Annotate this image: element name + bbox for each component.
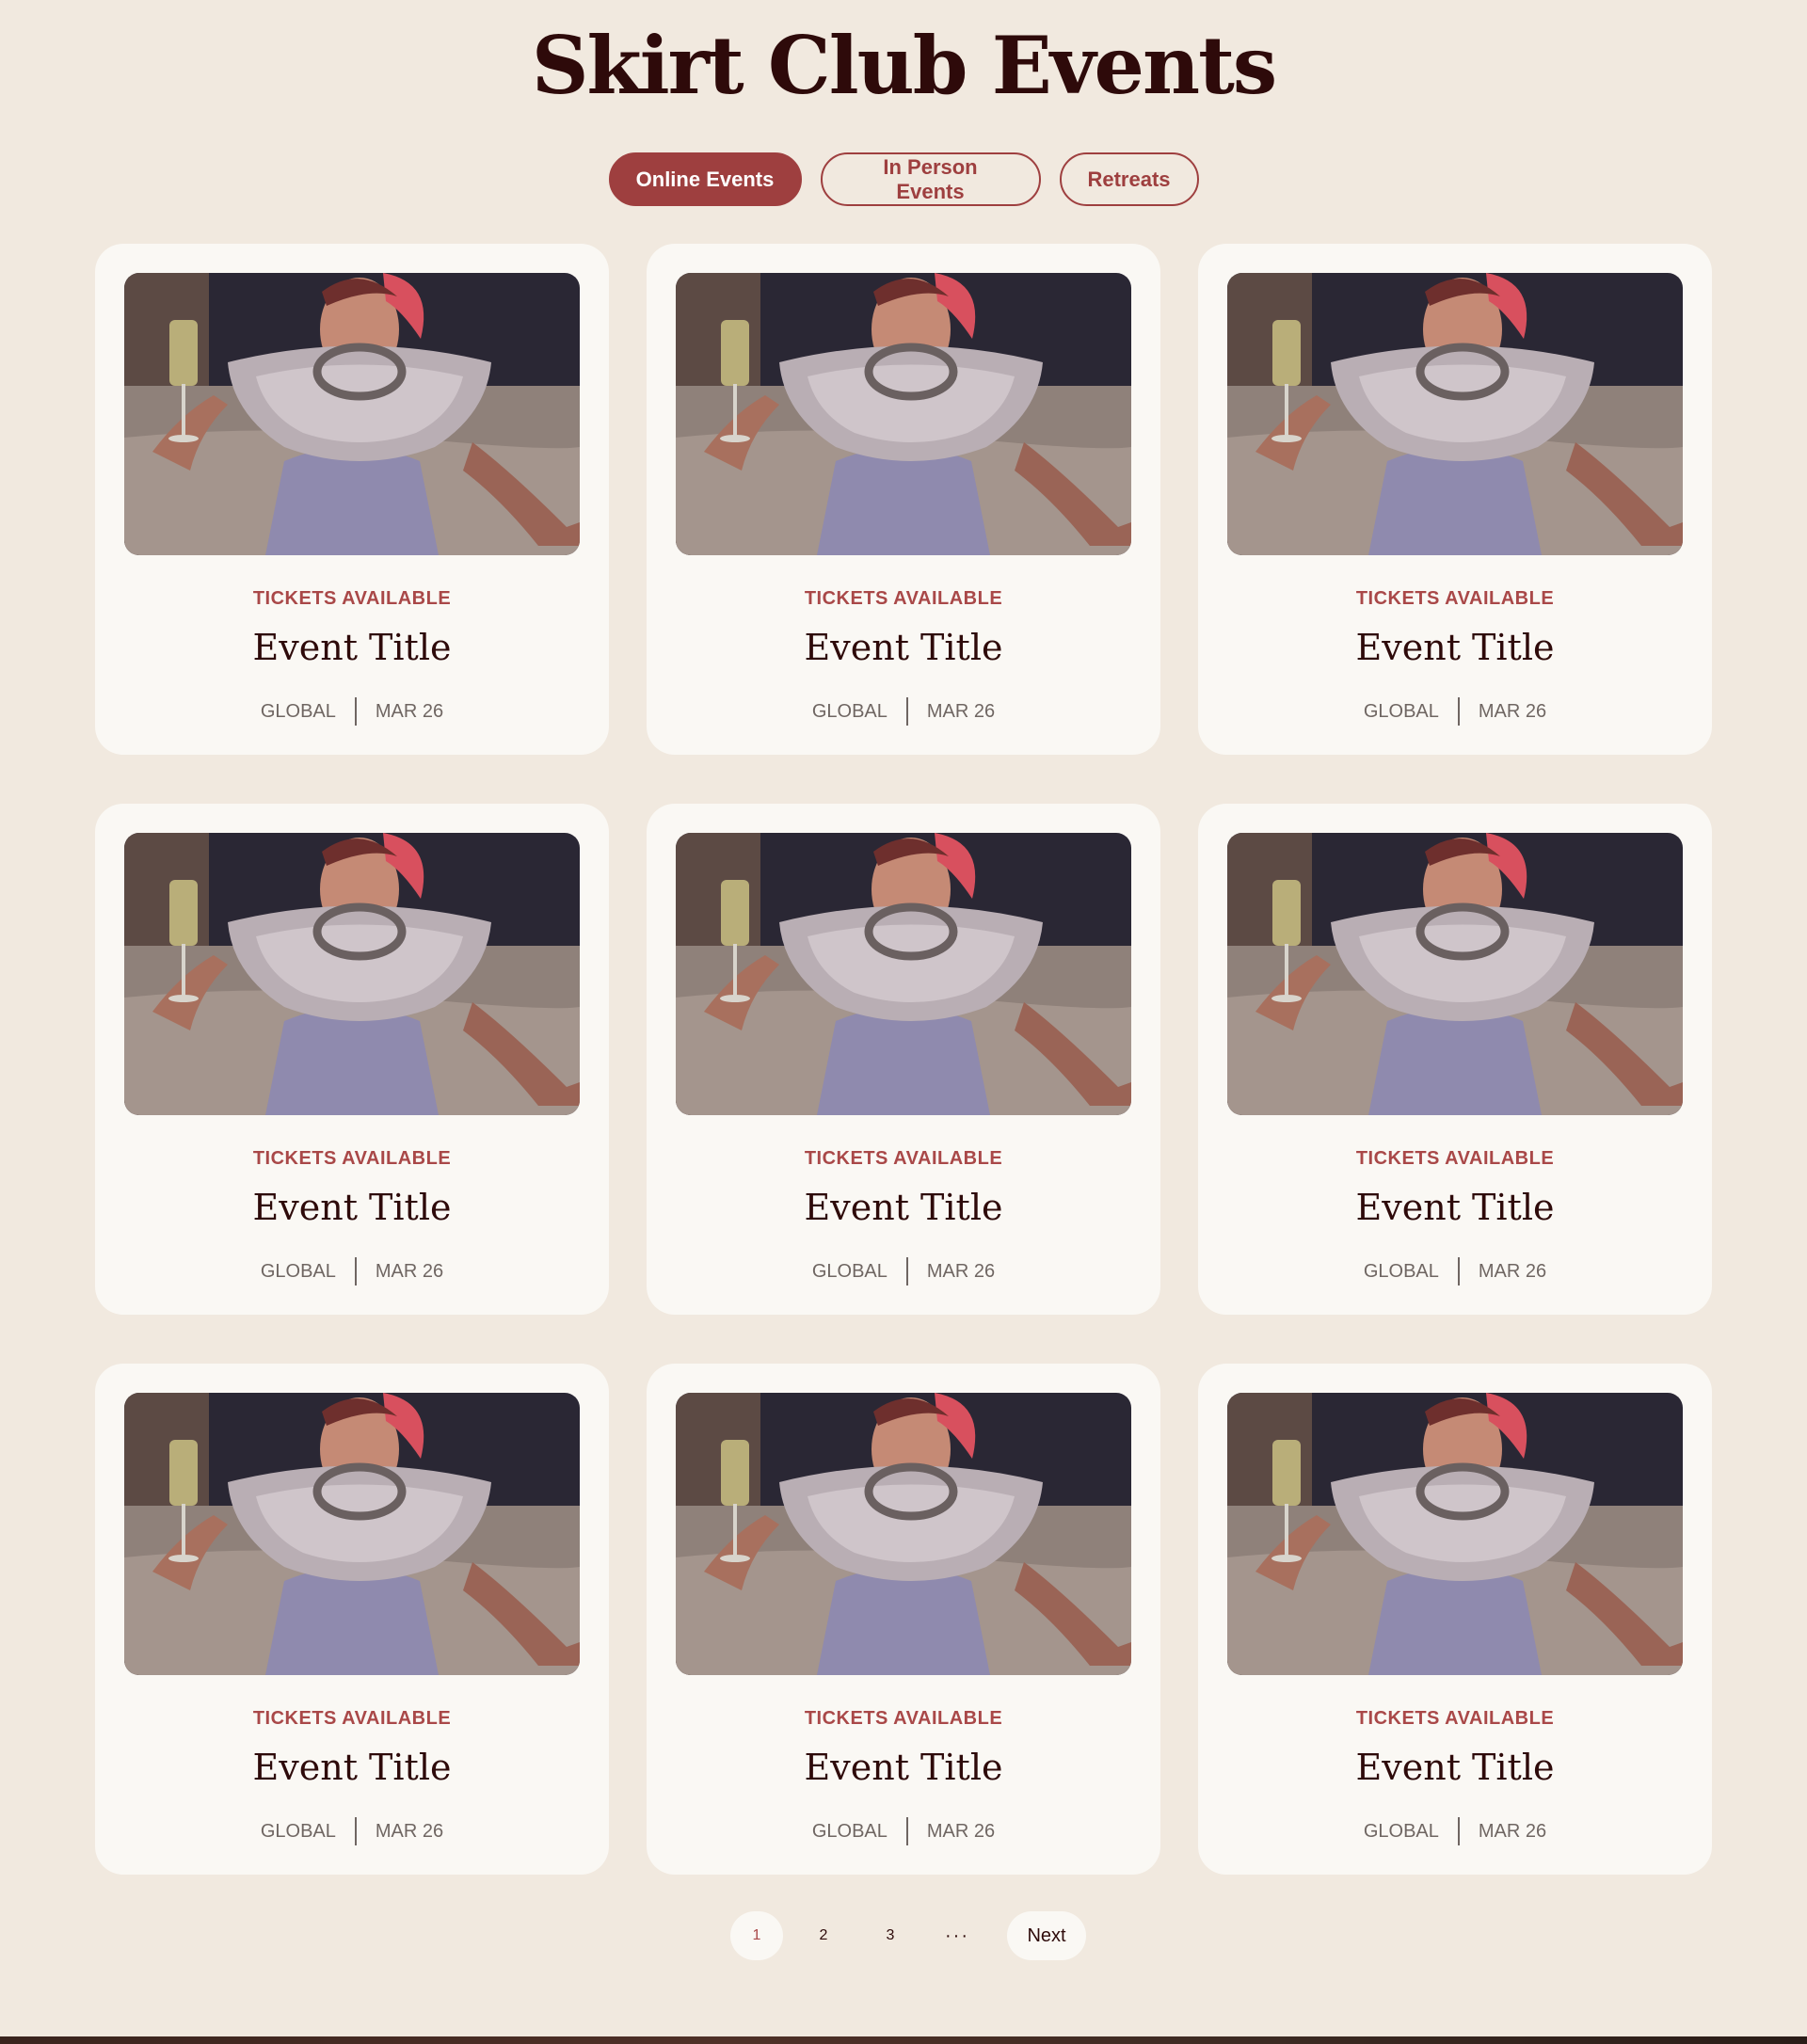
event-location: GLOBAL [1363,1260,1439,1282]
page-button-1[interactable]: 1 [730,1911,783,1960]
event-card[interactable]: TICKETS AVAILABLE Event Title GLOBAL MAR… [1198,804,1712,1315]
meta-divider [354,1257,357,1285]
event-card[interactable]: TICKETS AVAILABLE Event Title GLOBAL MAR… [95,1364,609,1875]
ticket-status: TICKETS AVAILABLE [252,588,452,609]
ticket-status: TICKETS AVAILABLE [804,1708,1003,1729]
event-filter-tabs: Online Events In Person Events Retreats [0,152,1807,206]
event-meta: GLOBAL MAR 26 [1198,697,1712,726]
meta-divider [905,697,908,726]
event-location: GLOBAL [811,1260,888,1282]
ticket-status: TICKETS AVAILABLE [1355,588,1555,609]
event-date: MAR 26 [926,1820,996,1842]
filter-retreats[interactable]: Retreats [1059,152,1199,206]
meta-divider [354,697,357,726]
meta-divider [354,1817,357,1845]
ticket-status: TICKETS AVAILABLE [804,1148,1003,1169]
event-title[interactable]: Event Title [95,1747,609,1788]
event-card[interactable]: TICKETS AVAILABLE Event Title GLOBAL MAR… [95,244,609,755]
ticket-status: TICKETS AVAILABLE [252,1148,452,1169]
event-card[interactable]: TICKETS AVAILABLE Event Title GLOBAL MAR… [1198,1364,1712,1875]
pagination-ellipsis: ··· [945,1924,969,1946]
page-button-2[interactable]: 2 [797,1911,850,1960]
event-date: MAR 26 [375,700,444,722]
meta-divider [905,1257,908,1285]
event-grid: TICKETS AVAILABLE Event Title GLOBAL MAR… [95,244,1712,1875]
ticket-status: TICKETS AVAILABLE [1355,1708,1555,1729]
event-meta: GLOBAL MAR 26 [95,1817,609,1845]
event-location: GLOBAL [260,700,336,722]
event-location: GLOBAL [260,1820,336,1842]
event-card[interactable]: TICKETS AVAILABLE Event Title GLOBAL MAR… [1198,244,1712,755]
event-card[interactable]: TICKETS AVAILABLE Event Title GLOBAL MAR… [647,244,1160,755]
page-button-3[interactable]: 3 [864,1911,917,1960]
event-image[interactable] [1227,833,1683,1115]
meta-divider [1457,697,1460,726]
event-image[interactable] [676,1393,1131,1675]
event-image[interactable] [124,833,580,1115]
event-date: MAR 26 [1478,1260,1547,1282]
filter-online-events[interactable]: Online Events [608,152,802,206]
event-image[interactable] [1227,1393,1683,1675]
page-title: Skirt Club Events [531,19,1277,112]
event-title[interactable]: Event Title [647,1747,1160,1788]
event-date: MAR 26 [375,1260,444,1282]
event-title[interactable]: Event Title [647,1187,1160,1228]
event-image[interactable] [1227,273,1683,555]
event-meta: GLOBAL MAR 26 [95,1257,609,1285]
event-meta: GLOBAL MAR 26 [647,1257,1160,1285]
event-meta: GLOBAL MAR 26 [647,697,1160,726]
event-image[interactable] [676,833,1131,1115]
event-date: MAR 26 [926,700,996,722]
event-card[interactable]: TICKETS AVAILABLE Event Title GLOBAL MAR… [647,804,1160,1315]
next-page-button[interactable]: Next [1007,1911,1086,1960]
meta-divider [905,1817,908,1845]
meta-divider [1457,1817,1460,1845]
event-location: GLOBAL [260,1260,336,1282]
event-title[interactable]: Event Title [95,1187,609,1228]
event-location: GLOBAL [1363,1820,1439,1842]
event-title[interactable]: Event Title [95,627,609,668]
event-meta: GLOBAL MAR 26 [647,1817,1160,1845]
event-meta: GLOBAL MAR 26 [1198,1817,1712,1845]
event-image[interactable] [124,1393,580,1675]
filter-in-person-events[interactable]: In Person Events [820,152,1041,206]
event-location: GLOBAL [811,700,888,722]
event-title[interactable]: Event Title [1198,627,1712,668]
footer-image-strip [0,2036,1807,2044]
event-title[interactable]: Event Title [1198,1747,1712,1788]
event-date: MAR 26 [1478,1820,1547,1842]
event-card[interactable]: TICKETS AVAILABLE Event Title GLOBAL MAR… [647,1364,1160,1875]
ticket-status: TICKETS AVAILABLE [252,1708,452,1729]
event-image[interactable] [124,273,580,555]
event-date: MAR 26 [926,1260,996,1282]
event-title[interactable]: Event Title [1198,1187,1712,1228]
event-card[interactable]: TICKETS AVAILABLE Event Title GLOBAL MAR… [95,804,609,1315]
ticket-status: TICKETS AVAILABLE [804,588,1003,609]
ticket-status: TICKETS AVAILABLE [1355,1148,1555,1169]
event-location: GLOBAL [811,1820,888,1842]
event-date: MAR 26 [1478,700,1547,722]
events-page: Skirt Club Events Online Events In Perso… [0,0,1807,2044]
event-date: MAR 26 [375,1820,444,1842]
meta-divider [1457,1257,1460,1285]
event-meta: GLOBAL MAR 26 [1198,1257,1712,1285]
event-image[interactable] [676,273,1131,555]
event-meta: GLOBAL MAR 26 [95,697,609,726]
event-location: GLOBAL [1363,700,1439,722]
pagination: 1 2 3 ··· Next [730,1911,1086,1960]
event-title[interactable]: Event Title [647,627,1160,668]
